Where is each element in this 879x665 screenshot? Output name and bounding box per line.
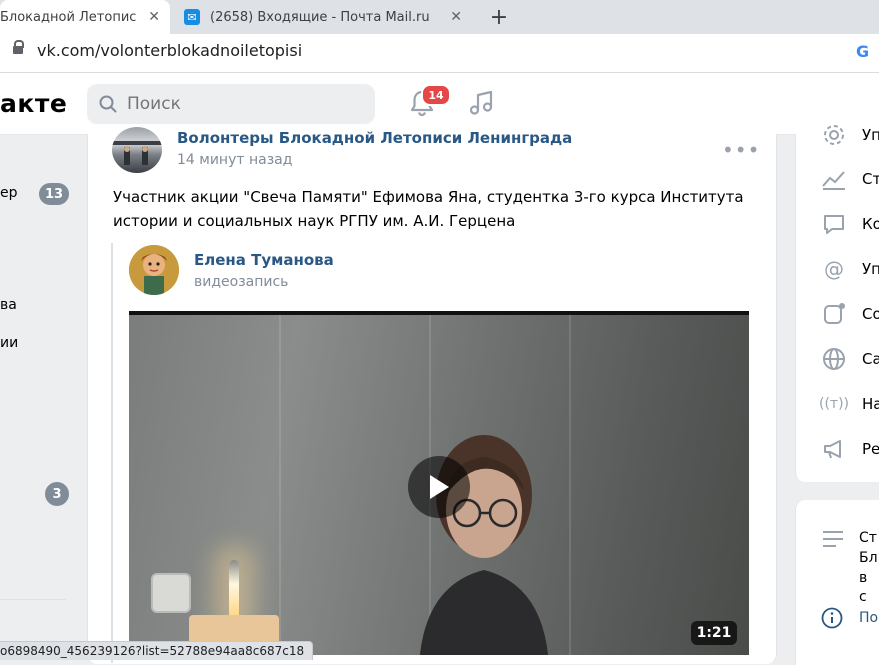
lock-icon[interactable] [13,40,24,54]
left-menu-separator [0,599,66,600]
group-avatar-image [112,141,162,165]
comment-icon [820,210,848,238]
repost-type-label: видеозапись [194,274,289,290]
notifications-badge: 14 [421,84,451,106]
tab-title: (2658) Входящие - Почта Mail.ru [210,9,430,25]
play-button[interactable] [408,456,470,518]
right-menu-label: Ст [862,170,879,188]
avatar-image [129,245,179,295]
post-time-link[interactable]: 14 минут назад [177,152,292,168]
tab-close-icon[interactable]: ✕ [138,9,170,25]
gear-icon [820,121,848,149]
right-menu-item[interactable]: Ст [820,165,879,193]
broadcast-icon: ((т)) [819,396,850,412]
right-menu-item[interactable]: Ре [820,435,879,463]
right-menu-item[interactable]: Со [820,300,879,328]
info-more-link[interactable]: По [859,609,878,628]
info-text-line: Ст [859,530,877,546]
video-duration: 1:21 [691,621,737,645]
info-icon [821,607,843,629]
megaphone-icon [820,435,848,463]
music-icon[interactable] [468,89,496,117]
right-menu-label: На [862,395,879,413]
group-avatar[interactable] [112,127,162,173]
vk-logo[interactable]: акте [0,89,67,118]
right-menu-label: Ко [862,215,879,233]
right-menu-label: Со [862,305,879,323]
right-menu-item[interactable]: @ Уп [820,255,879,283]
left-menu-item-label[interactable]: ер [0,185,18,201]
browser-tab-mail[interactable]: ✉ (2658) Входящие - Почта Mail.ru ✕ [172,0,472,34]
right-menu-item[interactable]: Са [820,345,879,373]
video-frame-person [419,435,549,655]
text-lines-icon [823,531,843,547]
search-input[interactable] [125,93,359,115]
info-text-line: Бл [859,550,878,566]
right-menu-label: Уп [862,260,879,278]
right-menu-label: Са [862,350,879,368]
left-menu-item-label[interactable]: ии [0,335,18,351]
at-icon: @ [824,257,844,281]
globe-icon [820,345,848,373]
wall-panel-seam [279,315,281,655]
stats-icon [820,165,848,193]
play-icon [430,475,449,499]
info-text-line: в с [859,570,868,605]
post-author-link[interactable]: Волонтеры Блокадной Летописи Ленинграда [177,129,572,147]
repost-author-link[interactable]: Елена Туманова [194,251,334,269]
tab-close-icon[interactable]: ✕ [440,9,472,25]
new-tab-button[interactable]: + [484,0,514,34]
left-menu-counter: 13 [39,183,69,205]
repost-author-avatar[interactable] [129,245,179,295]
right-menu-item[interactable]: Ко [820,210,879,238]
tab-title: Блокадной Летописи Ленинграда [0,9,136,25]
post-text: Участник акции "Свеча Памяти" Ефимова Ян… [113,188,744,230]
right-menu-label: Уп [862,126,879,144]
url-field[interactable]: vk.com/volonterblokadnoiletopisi [37,41,302,60]
repost-indicator-line [111,243,113,663]
wall-socket [151,573,191,613]
search-box[interactable] [87,84,375,124]
google-icon[interactable]: G [856,42,869,61]
wall-panel-seam [569,315,571,655]
right-menu-item[interactable]: Уп [820,121,879,149]
candle-flame [229,560,239,620]
right-menu-label: Ре [862,440,879,458]
more-options-icon[interactable]: ••• [722,138,760,162]
browser-status-url: o6898490_456239126?list=52788e94aa8c687c… [0,641,314,660]
mail-favicon-icon: ✉ [184,9,200,25]
left-menu-counter: 3 [45,482,69,506]
search-icon [99,95,117,113]
browser-tab-active[interactable]: Блокадной Летописи Ленинграда ✕ [0,0,170,34]
app-icon [820,300,848,328]
left-menu-item-label[interactable]: ва [0,297,17,313]
right-menu-item[interactable]: ((т)) На [819,390,879,418]
